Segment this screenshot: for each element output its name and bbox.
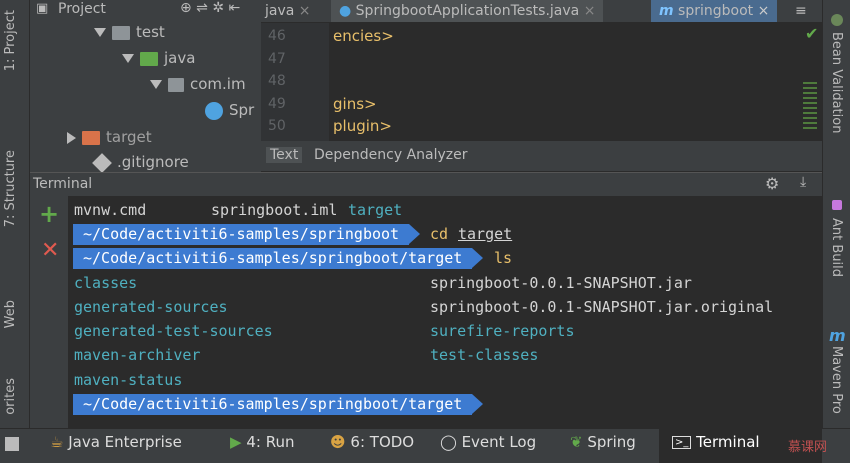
shell-prompt: ~/Code/activiti6-samples/springboot <box>73 224 421 245</box>
editor-tab-java[interactable]: java × <box>265 0 311 22</box>
tool-todo[interactable]: ☻ 6: TODO <box>330 433 414 451</box>
terminal-header: Terminal ⚙ ⤓ <box>30 172 822 197</box>
editor-tab-bar: java × ● SpringbootApplicationTests.java… <box>261 0 822 23</box>
shell-prompt: ~/Code/activiti6-samples/springboot/targ… <box>73 394 484 415</box>
line-number: 49 <box>268 96 286 112</box>
editor-tab-tests[interactable]: ● SpringbootApplicationTests.java × <box>331 0 604 22</box>
layout-icon[interactable] <box>5 437 19 451</box>
maven-icon: m <box>829 326 846 345</box>
folder-icon: ▣ <box>36 1 49 16</box>
run-icon: ▶ <box>230 433 242 451</box>
tree-item-java[interactable]: java <box>122 46 195 70</box>
code-line: plugin> <box>333 117 392 135</box>
close-icon[interactable]: × <box>584 3 596 19</box>
project-panel-header: ▣ Project ⊕ ⇌ ✲ ⇤ <box>30 0 261 20</box>
watermark: 慕课网 <box>788 440 828 455</box>
project-tool-tab[interactable]: 1: Project <box>3 10 18 71</box>
spring-icon: ❦ <box>570 433 583 451</box>
close-icon[interactable]: × <box>299 3 311 19</box>
left-tool-strip: 1: Project 7: Structure Web orites <box>0 0 30 428</box>
tree-item-class[interactable]: Spr <box>205 98 254 122</box>
collapse-icon[interactable] <box>67 131 76 144</box>
package-icon <box>168 77 184 92</box>
close-icon[interactable]: ✕ <box>41 238 59 263</box>
tree-item-gitignore[interactable]: .gitignore <box>92 150 189 174</box>
gear-icon[interactable]: ⚙ <box>765 174 779 193</box>
right-tool-strip: Bean Validation Ant Build m Maven Pro <box>822 0 850 428</box>
source-folder-icon <box>140 51 158 66</box>
terminal-icon: >_ <box>672 436 692 449</box>
maven-projects-tool-tab[interactable]: Maven Pro <box>829 346 844 414</box>
tree-item-package[interactable]: com.im <box>150 72 246 96</box>
tool-terminal[interactable]: >_ Terminal <box>672 433 760 451</box>
listing-item: maven-archiver <box>74 346 201 364</box>
maven-icon: m <box>659 3 674 19</box>
bean-validation-tool-tab[interactable]: Bean Validation <box>829 32 844 133</box>
tool-spring[interactable]: ❦ Spring <box>570 433 636 451</box>
expand-icon[interactable] <box>122 54 134 63</box>
listing-item: target <box>348 201 403 219</box>
hide-icon[interactable]: ⤓ <box>800 174 806 190</box>
tool-event-log[interactable]: ◯ Event Log <box>440 433 536 451</box>
java-enterprise-icon: ☕ <box>50 433 64 451</box>
listing-item: surefire-reports <box>430 322 575 340</box>
line-number: 46 <box>268 28 286 44</box>
favorites-tool-tab[interactable]: orites <box>3 378 18 415</box>
toolbar-icons[interactable]: ⊕ ⇌ ✲ ⇤ <box>180 0 240 16</box>
excluded-folder-icon <box>82 130 100 145</box>
editor-tab-pom[interactable]: m springboot × <box>651 0 778 22</box>
ant-icon <box>832 200 842 210</box>
expand-icon[interactable] <box>94 28 106 37</box>
git-icon <box>92 152 112 173</box>
listing-item: springboot-0.0.1-SNAPSHOT.jar.original <box>430 298 774 316</box>
listing-item: classes <box>74 274 138 292</box>
code-line: encies> <box>333 27 394 45</box>
tree-item-test[interactable]: test <box>94 20 165 44</box>
add-icon[interactable]: + <box>39 200 59 228</box>
spring-class-icon <box>205 101 223 120</box>
listing-item: maven-status <box>74 371 183 389</box>
command-arg: target <box>458 225 513 243</box>
line-number: 47 <box>268 51 286 67</box>
listing-item: mvnw.cmd <box>74 201 147 219</box>
structure-tool-tab[interactable]: 7: Structure <box>3 150 18 227</box>
terminal-title: Terminal <box>33 176 93 192</box>
event-log-icon: ◯ <box>440 433 457 451</box>
folder-icon <box>112 25 130 40</box>
code-line: gins> <box>333 95 377 113</box>
inspection-ok-icon[interactable]: ✔ <box>805 24 818 43</box>
listing-item: generated-sources <box>74 298 228 316</box>
tool-java-enterprise[interactable]: ☕ Java Enterprise <box>50 433 182 451</box>
tab-dependency-analyzer[interactable]: Dependency Analyzer <box>314 147 468 163</box>
line-number: 50 <box>268 118 286 134</box>
tab-text[interactable]: Text <box>266 147 303 163</box>
tab-list-icon[interactable]: ≡ <box>795 0 807 22</box>
terminal-side-toolbar: + ✕ <box>30 196 68 428</box>
listing-item: springboot.iml <box>211 201 338 219</box>
line-number: 48 <box>268 73 286 89</box>
tool-run[interactable]: ▶ 4: Run <box>230 433 294 451</box>
shell-prompt: ~/Code/activiti6-samples/springboot/targ… <box>73 248 484 269</box>
spring-class-icon: ● <box>339 3 352 19</box>
web-tool-tab[interactable]: Web <box>3 300 18 328</box>
listing-item: generated-test-sources <box>74 322 273 340</box>
ant-build-tool-tab[interactable]: Ant Build <box>829 218 844 277</box>
project-panel-title[interactable]: Project <box>58 1 106 17</box>
command: cd <box>430 225 449 243</box>
todo-icon: ☻ <box>330 433 346 451</box>
listing-item: springboot-0.0.1-SNAPSHOT.jar <box>430 274 692 292</box>
command: ls <box>494 249 513 267</box>
bean-validation-icon <box>831 14 843 26</box>
error-stripe <box>803 82 817 130</box>
close-icon[interactable]: × <box>758 3 770 19</box>
listing-item: test-classes <box>430 346 539 364</box>
expand-icon[interactable] <box>150 80 162 89</box>
tree-item-target[interactable]: target <box>67 125 152 149</box>
